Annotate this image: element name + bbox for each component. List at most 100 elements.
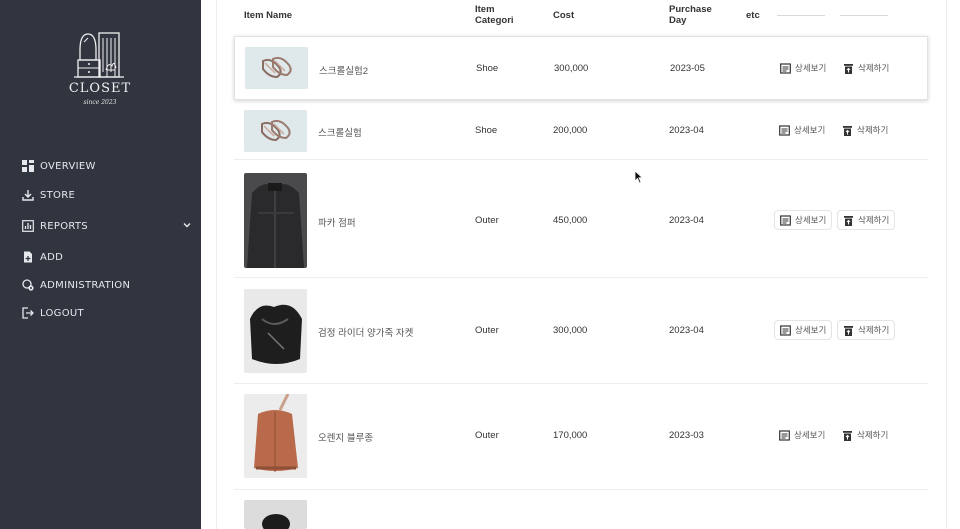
list-icon [780,324,791,336]
delete-label: 삭제하기 [858,64,890,74]
sidebar-item-overview[interactable]: OVERVIEW [22,154,182,178]
table-row[interactable]: 스크롤실험2 Shoe 300,000 2023-05 상세보기 삭제하기 [234,36,928,100]
item-date: 2023-04 [669,215,704,226]
sidebar-item-label: OVERVIEW [40,160,96,172]
list-icon [779,429,790,441]
sidebar-item-label: LOGOUT [40,307,84,319]
item-category: Outer [475,325,499,336]
admin-gear-icon [22,279,34,291]
leather-jacket-image [244,289,307,373]
item-category: Outer [475,215,499,226]
table-row[interactable]: 스크롤실험 Shoe 200,000 2023-04 상세보기 삭제하기 [234,100,928,160]
header-underline [777,15,825,16]
item-cost: 170,000 [553,430,588,441]
brand-name: CLOSET [68,81,132,96]
col-item-category[interactable]: Item Categori [475,4,514,26]
table-row[interactable]: 오렌지 블루종 Outer 170,000 2023-03 상세보기 삭제하기 [234,384,928,490]
dashboard-icon [22,160,34,172]
sidebar-item-label: ADMINISTRATION [40,279,131,291]
detail-button[interactable]: 상세보기 [774,320,833,340]
item-thumbnail[interactable] [244,110,307,152]
item-cost: 300,000 [553,325,588,336]
item-name: 파카 점퍼 [318,218,356,229]
detail-button[interactable]: 상세보기 [774,425,830,445]
detail-label: 상세보기 [795,326,827,336]
item-date: 2023-03 [669,430,704,441]
sidebar: CLOSET since 2023 OVERVIEW STORE REPORTS… [0,0,201,529]
col-header-line: Categori [475,15,514,26]
delete-label: 삭제하기 [858,216,890,226]
divider [946,0,947,529]
item-thumbnail[interactable] [245,47,308,89]
header-underline [840,15,888,16]
trash-icon [844,63,853,74]
delete-label: 삭제하기 [857,431,889,441]
trash-icon [844,325,853,336]
delete-button[interactable]: 삭제하기 [837,425,893,445]
item-thumbnail[interactable] [244,394,307,478]
item-name: 오렌지 블루종 [318,433,374,444]
black-item-image [244,500,307,529]
delete-label: 삭제하기 [857,126,889,136]
detail-label: 상세보기 [795,216,827,226]
sandals-image [244,110,307,152]
item-category: Shoe [475,125,498,136]
item-thumbnail[interactable] [244,173,307,268]
download-icon [22,190,34,201]
item-thumbnail[interactable] [244,500,307,529]
delete-button[interactable]: 삭제하기 [837,210,896,230]
trash-icon [843,430,852,441]
table-row[interactable]: 파카 점퍼 Outer 450,000 2023-04 상세보기 삭제하기 [234,160,928,278]
chevron-down-icon[interactable] [182,220,192,230]
detail-button[interactable]: 상세보기 [774,210,833,230]
item-thumbnail[interactable] [244,289,307,373]
sidebar-item-administration[interactable]: ADMINISTRATION [22,273,182,297]
divider [216,0,217,529]
delete-label: 삭제하기 [858,326,890,336]
list-icon [779,124,790,136]
trash-icon [844,215,853,226]
col-header-line: Day [669,15,687,26]
detail-button[interactable]: 상세보기 [774,120,830,140]
sidebar-item-reports[interactable]: REPORTS [22,214,191,238]
table-row[interactable] [234,490,928,529]
add-file-icon [24,251,32,263]
trash-icon [843,125,852,136]
col-purchase-day[interactable]: Purchase Day [669,4,712,26]
closet-logo[interactable]: CLOSET since 2023 [62,30,138,112]
detail-label: 상세보기 [794,431,826,441]
detail-button[interactable]: 상세보기 [775,58,831,78]
sidebar-item-label: REPORTS [40,220,88,232]
brand-tagline: since 2023 [83,99,117,106]
mouse-cursor-icon [634,170,644,184]
table-header: Item Name Item Categori Cost Purchase Da… [234,0,928,36]
table-row[interactable]: 검정 라이더 양가죽 자켓 Outer 300,000 2023-04 상세보기… [234,278,928,384]
delete-button[interactable]: 삭제하기 [837,320,896,340]
sidebar-item-add[interactable]: ADD [22,245,182,269]
item-cost: 200,000 [553,125,588,136]
chart-icon [22,220,34,232]
sidebar-item-store[interactable]: STORE [22,183,182,207]
logout-icon [22,307,34,319]
item-date: 2023-04 [669,125,704,136]
item-category: Shoe [476,63,499,74]
col-etc[interactable]: etc [746,10,760,21]
sidebar-item-label: STORE [40,189,76,201]
list-icon [780,62,791,74]
detail-label: 상세보기 [795,64,827,74]
item-date: 2023-05 [670,63,705,74]
parka-image [244,173,307,268]
detail-label: 상세보기 [794,126,826,136]
main-content: Item Name Item Categori Cost Purchase Da… [201,0,960,529]
delete-button[interactable]: 삭제하기 [838,58,894,78]
delete-button[interactable]: 삭제하기 [837,120,893,140]
col-item-name[interactable]: Item Name [244,10,292,21]
col-cost[interactable]: Cost [553,10,574,21]
item-date: 2023-04 [669,325,704,336]
item-name: 스크롤실험 [318,128,362,139]
sidebar-item-logout[interactable]: LOGOUT [22,301,182,325]
col-header-line: Item [475,4,495,15]
orange-blouson-image [244,394,307,478]
sidebar-item-label: ADD [40,251,64,263]
item-category: Outer [475,430,499,441]
